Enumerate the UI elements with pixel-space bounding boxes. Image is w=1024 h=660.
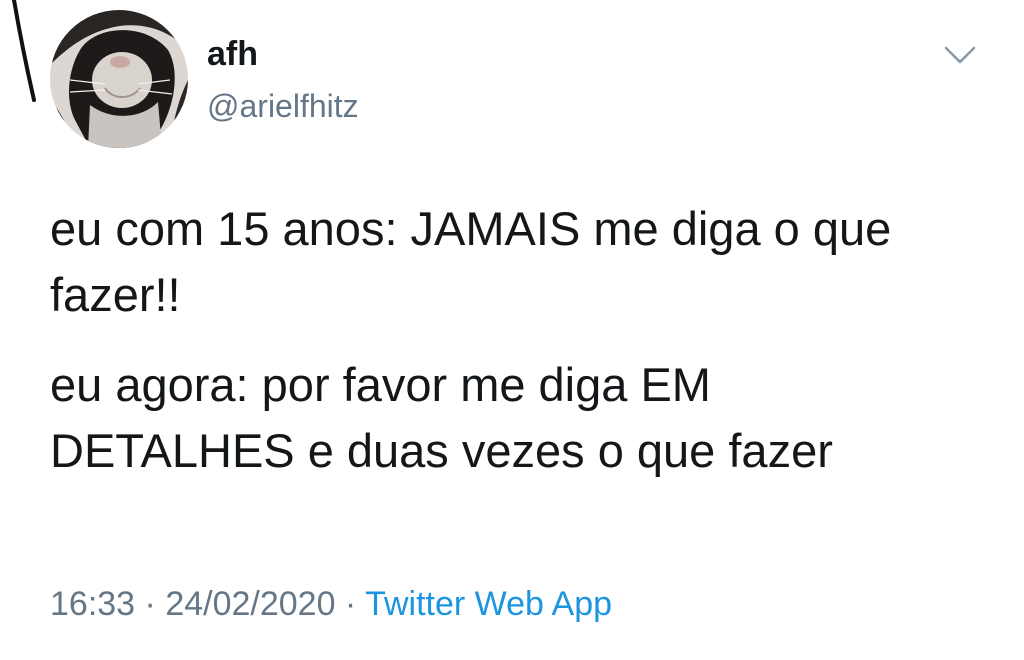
avatar[interactable] <box>50 10 188 148</box>
user-handle[interactable]: @arielfhitz <box>207 86 359 126</box>
tweet-paragraph: eu com 15 anos: JAMAIS me diga o que faz… <box>50 202 892 321</box>
tweet-date[interactable]: 24/02/2020 <box>165 585 335 623</box>
tweet-meta: 16:33 · 24/02/2020 · Twitter Web App <box>50 584 612 624</box>
tweet-paragraph: eu agora: por favor me diga EM DETALHES … <box>50 358 833 477</box>
tweet-source-link[interactable]: Twitter Web App <box>365 585 612 623</box>
meta-separator: · <box>135 585 166 623</box>
chevron-down-icon[interactable] <box>940 40 980 70</box>
cat-in-hood-avatar-icon <box>50 10 188 148</box>
tweet-card: afh @arielfhitz eu com 15 anos: JAMAIS m… <box>0 0 1024 660</box>
meta-separator: · <box>335 585 366 623</box>
tweet-text: eu com 15 anos: JAMAIS me diga o que faz… <box>50 196 950 484</box>
tweet-time[interactable]: 16:33 <box>50 585 135 623</box>
display-name[interactable]: afh <box>207 34 258 74</box>
